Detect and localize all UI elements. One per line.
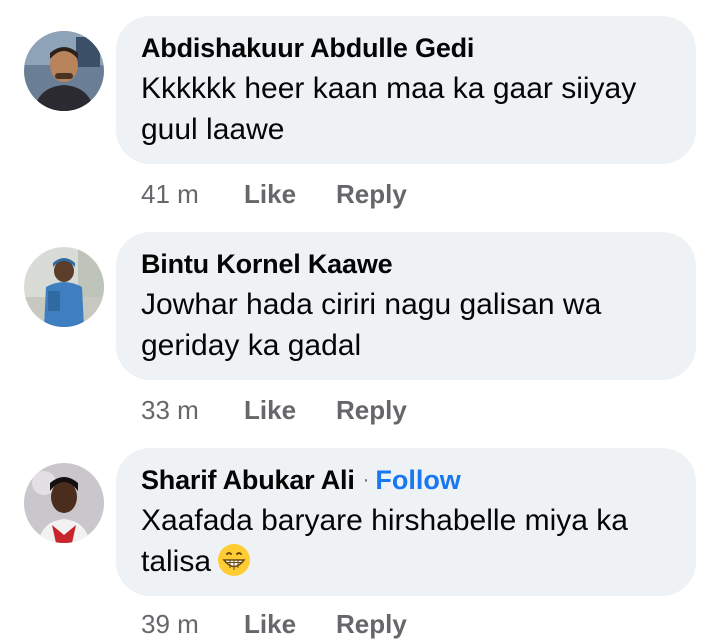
grinning-face-emoji-icon <box>218 544 251 576</box>
comment-text: Kkkkkk heer kaan maa ka gaar siiyay guul… <box>141 72 637 146</box>
separator-dot: · <box>362 468 370 491</box>
avatar[interactable] <box>24 463 104 543</box>
avatar-photo-icon <box>24 31 104 111</box>
comment-bubble: Abdishakuur Abdulle Gedi Kkkkkk heer kaa… <box>116 16 696 164</box>
comment-item: Abdishakuur Abdulle Gedi Kkkkkk heer kaa… <box>0 16 720 232</box>
avatar[interactable] <box>24 247 104 327</box>
comment-item: Sharif Abukar Ali · Follow Xaafada barya… <box>0 448 720 644</box>
comment-author[interactable]: Abdishakuur Abdulle Gedi <box>141 33 474 64</box>
comments-list: Abdishakuur Abdulle Gedi Kkkkkk heer kaa… <box>0 0 720 644</box>
comment-timestamp[interactable]: 33 m <box>141 395 244 426</box>
avatar-photo-icon <box>24 463 104 543</box>
reply-button[interactable]: Reply <box>336 395 407 426</box>
reply-button[interactable]: Reply <box>336 609 407 640</box>
comment-author[interactable]: Bintu Kornel Kaawe <box>141 249 393 280</box>
comment-text: Xaafada baryare hirshabelle miya ka tali… <box>141 500 672 582</box>
comment-bubble: Bintu Kornel Kaawe Jowhar hada ciriri na… <box>116 232 696 380</box>
comment-text-content: Xaafada baryare hirshabelle miya ka tali… <box>141 504 628 578</box>
like-button[interactable]: Like <box>244 179 336 210</box>
comment-actions: 41 m Like Reply <box>141 174 407 214</box>
avatar-photo-icon <box>24 247 104 327</box>
comment-bubble: Sharif Abukar Ali · Follow Xaafada barya… <box>116 448 696 596</box>
comment-actions: 33 m Like Reply <box>141 390 407 430</box>
like-button[interactable]: Like <box>244 609 336 640</box>
comment-author[interactable]: Sharif Abukar Ali <box>141 465 355 496</box>
comment-timestamp[interactable]: 39 m <box>141 609 244 640</box>
comment-timestamp[interactable]: 41 m <box>141 179 244 210</box>
reply-button[interactable]: Reply <box>336 179 407 210</box>
comment-item: Bintu Kornel Kaawe Jowhar hada ciriri na… <box>0 232 720 448</box>
comment-actions: 39 m Like Reply <box>141 604 407 644</box>
avatar[interactable] <box>24 31 104 111</box>
follow-button[interactable]: Follow <box>375 465 460 496</box>
comment-text: Jowhar hada ciriri nagu galisan wa gerid… <box>141 288 602 362</box>
like-button[interactable]: Like <box>244 395 336 426</box>
